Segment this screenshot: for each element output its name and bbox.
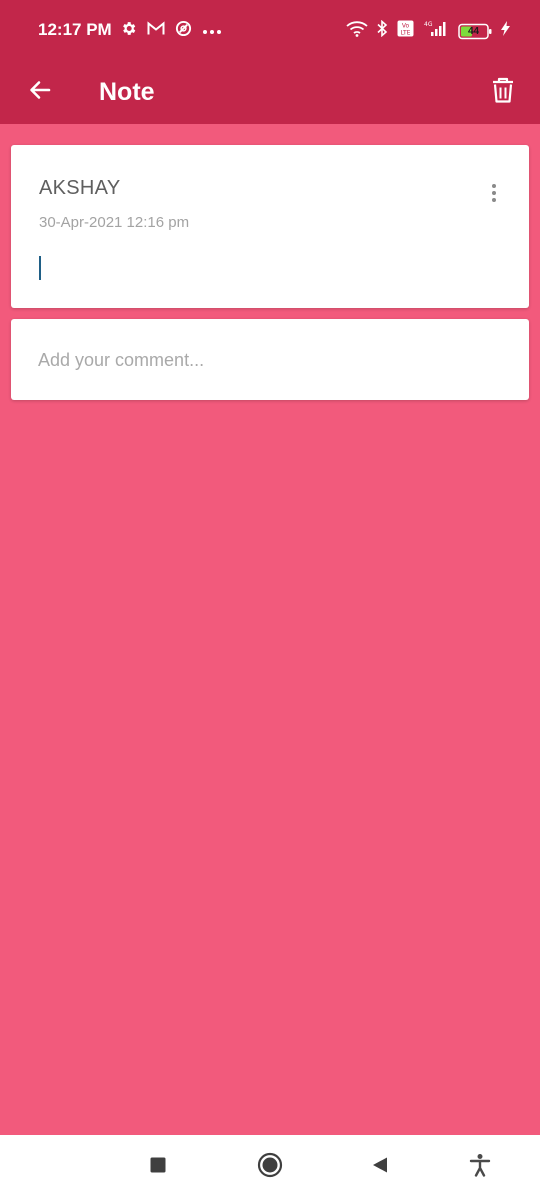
home-button[interactable] <box>254 1151 286 1183</box>
recents-square-icon <box>149 1156 167 1179</box>
status-bar: 12:17 PM Vo LTE 4G 44 <box>0 0 540 60</box>
battery-level: 44 <box>467 25 480 37</box>
4g-signal-icon: 4G <box>423 20 449 42</box>
note-body-editor[interactable] <box>37 253 497 283</box>
status-time: 12:17 PM <box>38 20 112 39</box>
more-vertical-dot <box>492 198 496 202</box>
more-vertical-dot <box>492 184 496 188</box>
charging-bolt-icon <box>501 21 510 41</box>
delete-button[interactable] <box>484 68 522 116</box>
page-title: Note <box>99 78 155 106</box>
home-circle-icon <box>257 1152 283 1183</box>
comment-input[interactable] <box>38 345 498 375</box>
more-options-button[interactable] <box>485 181 503 205</box>
status-right-icons: Vo LTE 4G 44 <box>346 19 510 42</box>
status-left-icons <box>120 20 222 42</box>
gmail-icon <box>147 21 165 41</box>
svg-text:LTE: LTE <box>401 30 411 37</box>
back-nav-button[interactable] <box>364 1151 396 1183</box>
accessibility-button[interactable] <box>464 1151 496 1183</box>
trash-icon <box>490 76 516 109</box>
battery-icon: 44 <box>458 23 492 40</box>
comment-card <box>11 319 529 400</box>
volte-icon: Vo LTE <box>397 20 414 42</box>
settings-gear-icon <box>120 20 137 42</box>
app-bar: Note <box>0 60 540 124</box>
note-author: AKSHAY <box>39 177 121 199</box>
more-vertical-dot <box>492 191 496 195</box>
svg-text:4G: 4G <box>424 21 433 28</box>
back-button[interactable] <box>22 68 58 116</box>
wifi-icon <box>346 20 368 42</box>
note-card: AKSHAY 30-Apr-2021 12:16 pm <box>11 145 529 308</box>
text-cursor <box>39 256 41 280</box>
bluetooth-icon <box>377 19 388 42</box>
data-saver-icon <box>175 20 192 42</box>
recents-button[interactable] <box>142 1151 174 1183</box>
svg-text:Vo: Vo <box>402 23 410 30</box>
note-timestamp: 30-Apr-2021 12:16 pm <box>39 214 190 231</box>
system-nav-bar <box>0 1135 540 1200</box>
arrow-left-icon <box>28 78 52 107</box>
back-triangle-icon <box>371 1156 389 1179</box>
more-dots-icon <box>202 22 222 40</box>
accessibility-icon <box>469 1153 491 1182</box>
